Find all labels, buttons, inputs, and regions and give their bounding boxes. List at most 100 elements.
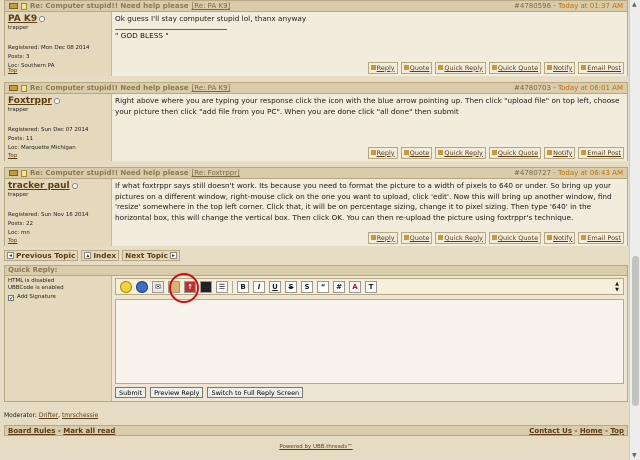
message-textarea[interactable] bbox=[115, 299, 624, 384]
author-name[interactable]: Foxtrppr bbox=[8, 96, 52, 106]
author-panel: Foxtrppr trapper Registered: Sun Dec 07 … bbox=[5, 94, 112, 161]
list-icon[interactable]: ☰ bbox=[216, 280, 228, 293]
post-body-text: Right above where you are typing your re… bbox=[115, 96, 620, 116]
italic-icon[interactable]: I bbox=[253, 280, 265, 293]
quote-button[interactable]: Quote bbox=[400, 231, 433, 244]
offline-status-icon bbox=[71, 183, 78, 189]
preview-reply-button[interactable]: Preview Reply bbox=[150, 387, 204, 398]
scroll-down-icon[interactable]: ▼ bbox=[615, 287, 619, 293]
scroll-down-icon[interactable]: ▼ bbox=[632, 452, 637, 459]
previous-topic-link[interactable]: ◂ Previous Topic bbox=[4, 250, 79, 261]
index-link[interactable]: ▴ Index bbox=[81, 250, 120, 261]
email-link-icon[interactable]: ✉ bbox=[152, 280, 164, 293]
board-rules-link[interactable]: Board Rules bbox=[8, 427, 55, 435]
post-header: Re: Computer stupid!! Need help please [… bbox=[5, 1, 627, 12]
scroll-up-icon[interactable]: ▲ bbox=[632, 1, 637, 8]
reply-button[interactable]: Reply bbox=[367, 146, 398, 159]
powered-by-link[interactable]: Powered by UBB.threads™ bbox=[4, 444, 628, 450]
spoiler-icon[interactable]: S bbox=[301, 280, 313, 293]
quote-button[interactable]: Quote bbox=[400, 61, 433, 74]
reply-to-link[interactable]: [Re: PA K9] bbox=[192, 84, 231, 92]
arrow-left-icon: ◂ bbox=[7, 252, 14, 259]
post: Re: Computer stupid!! Need help please [… bbox=[4, 0, 628, 76]
globe-link-icon[interactable] bbox=[136, 280, 148, 293]
quote-button[interactable]: Quote bbox=[400, 146, 433, 159]
post-body-text: If what foxtrppr says still doesn't work… bbox=[115, 181, 612, 222]
notify-button[interactable]: Notify bbox=[544, 61, 576, 74]
moderator-link[interactable]: tmrschessie bbox=[62, 412, 98, 419]
home-link[interactable]: Home bbox=[580, 427, 603, 435]
note-icon bbox=[21, 169, 27, 177]
reply-to-link[interactable]: [Re: Foxtrppr] bbox=[192, 169, 240, 177]
checkbox-checked-icon[interactable]: ✓ bbox=[8, 294, 14, 301]
font-size-icon[interactable]: T bbox=[365, 280, 377, 293]
author-location: Loc: mn bbox=[8, 230, 30, 236]
author-name[interactable]: PA K9 bbox=[8, 14, 37, 24]
next-topic-link[interactable]: Next Topic ▸ bbox=[122, 250, 180, 261]
quote-icon bbox=[403, 235, 409, 241]
post-id[interactable]: #4780703 bbox=[514, 84, 551, 92]
post-header: Re: Computer stupid!! Need help please [… bbox=[5, 83, 627, 94]
submit-button[interactable]: Submit bbox=[115, 387, 147, 398]
post-id[interactable]: #4780727 bbox=[514, 169, 551, 177]
quick-quote-button[interactable]: Quick Quote bbox=[488, 231, 542, 244]
strikethrough-icon[interactable]: S bbox=[285, 280, 297, 293]
post-icon bbox=[9, 3, 18, 9]
toolbar-divider bbox=[232, 280, 233, 293]
notify-button[interactable]: Notify bbox=[544, 146, 576, 159]
quick-reply-options: HTML is disabled UBBCode is enabled ✓ Ad… bbox=[5, 276, 112, 401]
author-title: trapper bbox=[8, 107, 29, 113]
email-icon bbox=[581, 235, 587, 241]
scrollbar-thumb[interactable] bbox=[632, 256, 639, 406]
author-registered: Registered: Mon Dec 08 2014 bbox=[8, 45, 90, 51]
post-id[interactable]: #4780596 bbox=[514, 2, 551, 10]
post-icon bbox=[9, 170, 18, 176]
add-signature-label: Add Signature bbox=[17, 294, 56, 300]
notify-button[interactable]: Notify bbox=[544, 231, 576, 244]
moderator-label: Moderator: bbox=[4, 412, 37, 419]
mark-all-read-link[interactable]: Mark all read bbox=[63, 427, 115, 435]
code-block-icon[interactable] bbox=[200, 280, 212, 293]
email-icon bbox=[581, 65, 587, 71]
post-subject[interactable]: Re: Computer stupid!! Need help please bbox=[30, 84, 189, 92]
smiley-icon[interactable] bbox=[120, 280, 132, 293]
contact-us-link[interactable]: Contact Us bbox=[529, 427, 572, 435]
quick-reply-button[interactable]: Quick Reply bbox=[435, 61, 486, 74]
footer-top-link[interactable]: Top bbox=[610, 427, 624, 435]
hash-code-icon[interactable]: # bbox=[333, 280, 345, 293]
top-link[interactable]: Top bbox=[8, 153, 17, 159]
email-post-button[interactable]: Email Post bbox=[578, 61, 624, 74]
reply-button[interactable]: Reply bbox=[367, 231, 398, 244]
author-location: Loc: Southern PA bbox=[8, 63, 55, 69]
underline-icon[interactable]: U bbox=[269, 280, 281, 293]
add-signature-checkbox[interactable]: ✓ Add Signature bbox=[8, 294, 108, 301]
notify-icon bbox=[547, 150, 553, 156]
moderator-link[interactable]: Drifter bbox=[39, 412, 58, 419]
note-icon bbox=[21, 84, 27, 92]
quote-icon[interactable]: “ bbox=[317, 280, 329, 293]
top-link[interactable]: Top bbox=[8, 68, 17, 74]
quick-quote-button[interactable]: Quick Quote bbox=[488, 146, 542, 159]
full-reply-button[interactable]: Switch to Full Reply Screen bbox=[207, 387, 304, 398]
reply-icon bbox=[370, 235, 376, 241]
quote-icon bbox=[403, 150, 409, 156]
reply-button[interactable]: Reply bbox=[367, 61, 398, 74]
quick-reply-button[interactable]: Quick Reply bbox=[435, 231, 486, 244]
notify-icon bbox=[547, 235, 553, 241]
toolbar-scroll[interactable]: ▲ ▼ bbox=[615, 281, 619, 293]
post-subject[interactable]: Re: Computer stupid!! Need help please bbox=[30, 2, 189, 10]
bold-icon[interactable]: B bbox=[237, 280, 249, 293]
reply-to-link[interactable]: [Re: PA K9] bbox=[192, 2, 231, 10]
email-post-button[interactable]: Email Post bbox=[578, 146, 624, 159]
post-subject[interactable]: Re: Computer stupid!! Need help please bbox=[30, 169, 189, 177]
page-scrollbar[interactable]: ▲ ▼ bbox=[629, 0, 640, 460]
quick-quote-button[interactable]: Quick Quote bbox=[488, 61, 542, 74]
email-post-button[interactable]: Email Post bbox=[578, 231, 624, 244]
top-link[interactable]: Top bbox=[8, 238, 17, 244]
post-actions: Reply Quote Quick Reply Quick Quote Noti… bbox=[367, 61, 624, 74]
reply-icon bbox=[370, 150, 376, 156]
author-name[interactable]: tracker paul bbox=[8, 181, 70, 191]
font-color-icon[interactable]: A bbox=[349, 280, 361, 293]
quick-reply-button[interactable]: Quick Reply bbox=[435, 146, 486, 159]
quick-reply-icon bbox=[438, 150, 444, 156]
